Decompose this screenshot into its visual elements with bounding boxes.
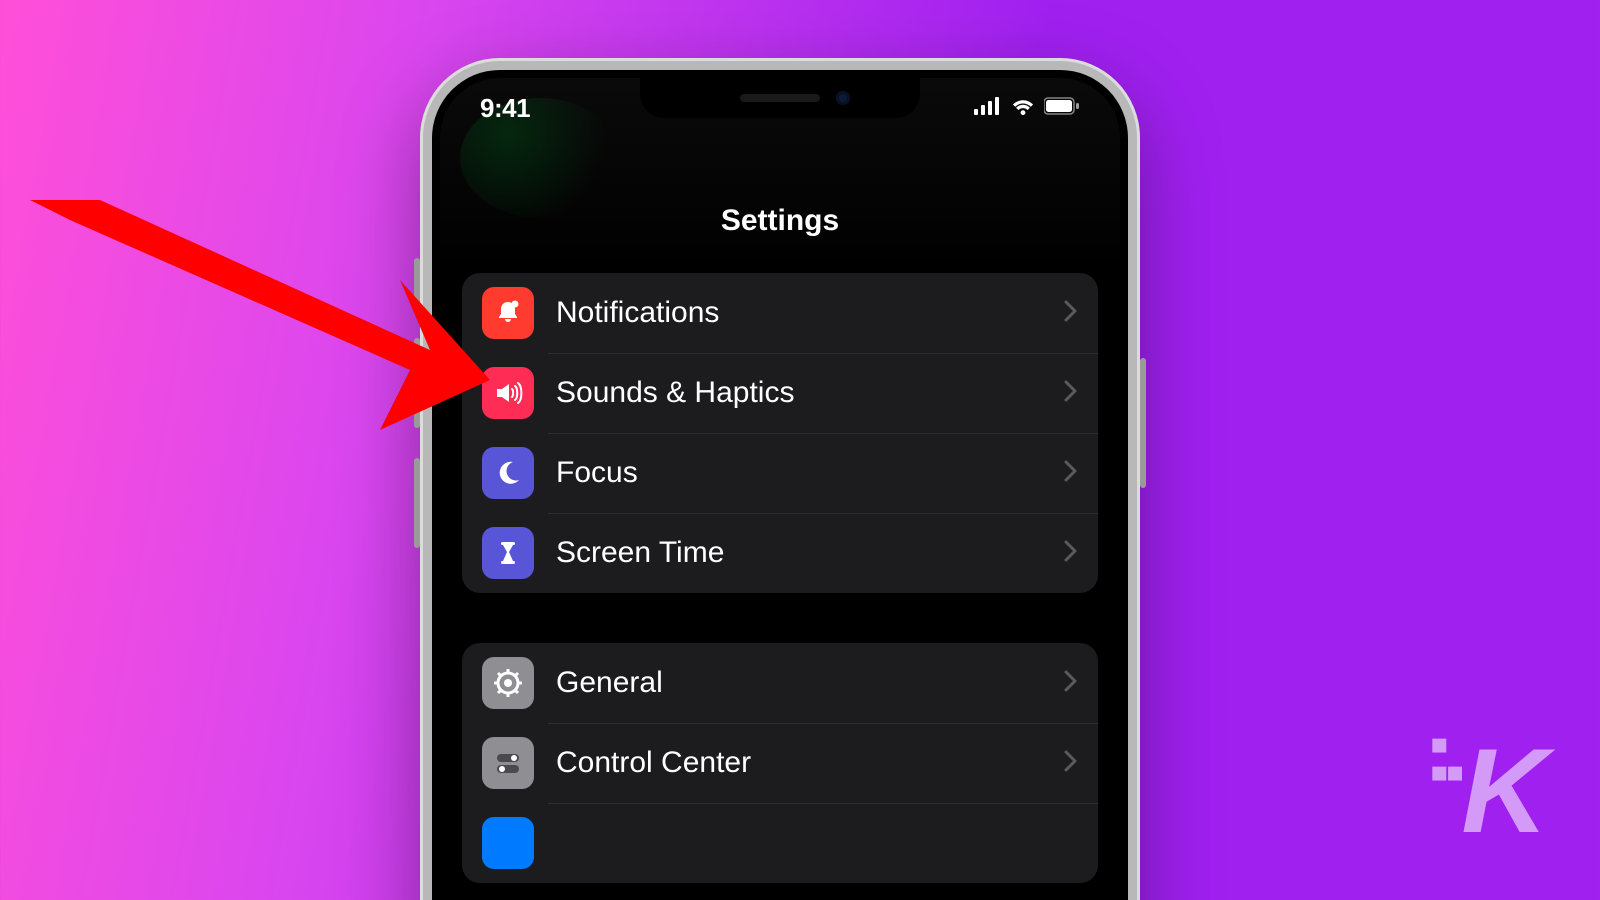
sounds-haptics-row[interactable]: Sounds & Haptics xyxy=(462,353,1098,433)
gear-icon xyxy=(482,657,534,709)
speaker-icon xyxy=(482,367,534,419)
phone-frame: 9:41 Settings xyxy=(420,58,1140,900)
power-button xyxy=(1140,358,1146,488)
chevron-right-icon xyxy=(1064,540,1078,567)
row-label: Control Center xyxy=(556,746,1064,780)
toggles-icon xyxy=(482,737,534,789)
focus-row[interactable]: Focus xyxy=(462,433,1098,513)
mute-switch xyxy=(414,258,420,303)
earpiece xyxy=(740,94,820,102)
row-label: Sounds & Haptics xyxy=(556,376,1064,410)
phone-screen: 9:41 Settings xyxy=(440,78,1120,900)
bell-icon xyxy=(482,287,534,339)
hourglass-icon xyxy=(482,527,534,579)
moon-icon xyxy=(482,447,534,499)
phone-bezel: 9:41 Settings xyxy=(432,70,1128,900)
front-camera xyxy=(836,91,850,105)
watermark-dots: ▪▪▪ xyxy=(1429,730,1461,786)
general-row[interactable]: General xyxy=(462,643,1098,723)
watermark: ▪▪▪ K xyxy=(1461,722,1544,860)
row-label: Focus xyxy=(556,456,1064,490)
chevron-right-icon xyxy=(1064,300,1078,327)
settings-group-2: General Control Center xyxy=(462,643,1098,883)
battery-icon xyxy=(1044,97,1080,120)
blank-icon xyxy=(482,817,534,869)
chevron-right-icon xyxy=(1064,460,1078,487)
cellular-icon xyxy=(974,97,1002,120)
volume-up-button xyxy=(414,338,420,428)
screen-time-row[interactable]: Screen Time xyxy=(462,513,1098,593)
wifi-icon xyxy=(1010,97,1036,120)
row-label: General xyxy=(556,666,1064,700)
row-label: Notifications xyxy=(556,296,1064,330)
control-center-row[interactable]: Control Center xyxy=(462,723,1098,803)
page-title: Settings xyxy=(721,204,839,238)
row-label: Screen Time xyxy=(556,536,1064,570)
volume-down-button xyxy=(414,458,420,548)
notch xyxy=(640,78,920,118)
settings-group-1: Notifications Sounds & Haptics xyxy=(462,273,1098,593)
status-time: 9:41 xyxy=(480,93,530,124)
settings-list: Notifications Sounds & Haptics xyxy=(440,273,1120,883)
chevron-right-icon xyxy=(1064,380,1078,407)
partial-row[interactable] xyxy=(462,803,1098,883)
status-icons xyxy=(974,97,1080,120)
notifications-row[interactable]: Notifications xyxy=(462,273,1098,353)
watermark-text: K xyxy=(1461,724,1544,858)
chevron-right-icon xyxy=(1064,670,1078,697)
chevron-right-icon xyxy=(1064,750,1078,777)
